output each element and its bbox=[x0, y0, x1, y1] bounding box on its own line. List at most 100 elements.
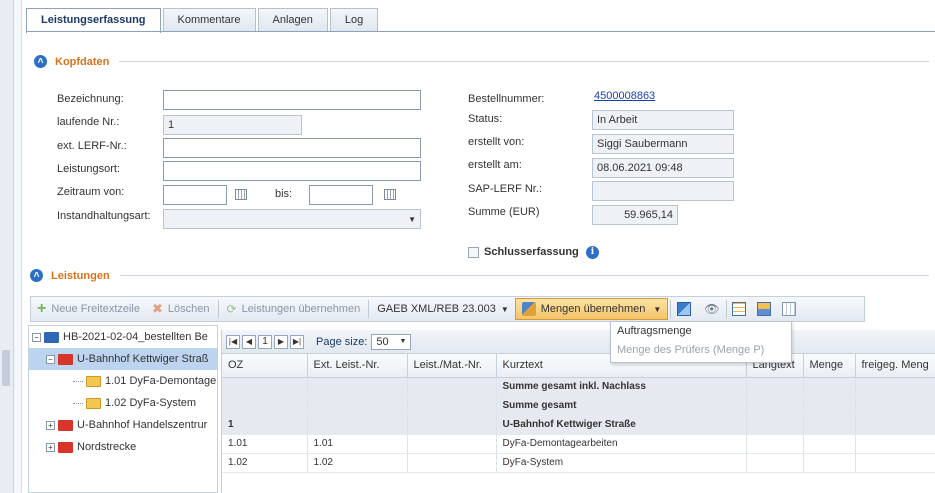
sap-lerf-label: SAP-LERF Nr.: bbox=[468, 183, 542, 195]
leistungen-uebernehmen-label: Leistungen übernehmen bbox=[241, 303, 361, 315]
mengen-uebernehmen-menu: Auftragsmenge Menge des Prüfers (Menge P… bbox=[610, 321, 792, 363]
chevron-down-icon: ▼ bbox=[408, 215, 416, 224]
tree-node-nordstrecke[interactable]: + Nordstrecke bbox=[29, 436, 217, 458]
bestellnummer-link[interactable]: 4500008863 bbox=[594, 90, 655, 102]
bis-field[interactable] bbox=[309, 185, 373, 205]
cell-ext bbox=[307, 377, 408, 397]
instandhaltungsart-select[interactable]: ▼ bbox=[163, 209, 421, 229]
collapse-up-icon[interactable]: ˄ bbox=[30, 269, 43, 282]
leistungen-header[interactable]: ˄ Leistungen bbox=[30, 269, 929, 282]
new-freetext-button[interactable]: + Neue Freitextzeile bbox=[31, 297, 146, 321]
zeitraum-von-label: Zeitraum von: bbox=[57, 186, 125, 198]
cell-kurztext: DyFa-Demontagearbeiten bbox=[496, 434, 747, 454]
collapse-icon[interactable]: − bbox=[46, 354, 55, 364]
info-icon[interactable]: i bbox=[586, 246, 599, 259]
page-size-select[interactable]: 50 ▼ bbox=[371, 333, 412, 350]
menu-item-auftragsmenge[interactable]: Auftragsmenge bbox=[611, 322, 791, 341]
grid-button-3[interactable] bbox=[779, 297, 804, 321]
tree-node-demontage[interactable]: 1.01 DyFa-Demontage bbox=[29, 370, 217, 392]
cell-menge bbox=[803, 453, 856, 473]
menu-item-menge-pruefer[interactable]: Menge des Prüfers (Menge P) bbox=[611, 341, 791, 360]
erstellt-am-label: erstellt am: bbox=[468, 159, 522, 171]
cell-menge bbox=[803, 415, 856, 435]
folder-icon bbox=[86, 375, 101, 387]
tree-node-kettwiger[interactable]: − U-Bahnhof Kettwiger Straß bbox=[29, 348, 217, 370]
bezeichnung-field[interactable] bbox=[163, 90, 421, 110]
cell-langtext bbox=[746, 396, 804, 416]
cell-freigeg bbox=[855, 396, 935, 416]
leistungen-tree: − HB-2021-02-04_bestellten Be − U-Bahnho… bbox=[28, 325, 218, 493]
erstellt-von-label: erstellt von: bbox=[468, 136, 525, 148]
tab-kommentare[interactable]: Kommentare bbox=[162, 8, 256, 32]
tree-node-label: 1.02 DyFa-System bbox=[105, 397, 197, 409]
toolbar-separator bbox=[368, 300, 370, 318]
table-row[interactable]: 1 U-Bahnhof Kettwiger Straße bbox=[222, 415, 935, 435]
table-row[interactable]: 1.01 1.01 DyFa-Demontagearbeiten bbox=[222, 434, 935, 454]
bis-label: bis: bbox=[275, 188, 293, 200]
prev-page-button[interactable]: ◀ bbox=[242, 334, 256, 349]
cell-oz bbox=[222, 377, 308, 397]
bezeichnung-label: Bezeichnung: bbox=[57, 93, 124, 105]
kopfdaten-title: Kopfdaten bbox=[55, 55, 110, 68]
folder-icon bbox=[86, 397, 101, 409]
tab-leistungserfassung[interactable]: Leistungserfassung bbox=[26, 8, 161, 33]
delete-icon: ✖ bbox=[152, 301, 163, 316]
tree-node-root[interactable]: − HB-2021-02-04_bestellten Be bbox=[29, 326, 217, 348]
col-menge[interactable]: Menge bbox=[803, 354, 856, 378]
table-edit-icon bbox=[756, 302, 771, 316]
first-page-button[interactable]: |◀ bbox=[226, 334, 240, 349]
cell-menge bbox=[803, 396, 856, 416]
tree-node-system[interactable]: 1.02 DyFa-System bbox=[29, 392, 217, 414]
tab-anlagen[interactable]: Anlagen bbox=[257, 8, 328, 32]
next-page-button[interactable]: ▶ bbox=[274, 334, 288, 349]
page-size-value: 50 bbox=[376, 335, 389, 348]
col-freigeg-menge[interactable]: freigeg. Meng bbox=[855, 354, 935, 378]
table-row[interactable]: 1.02 1.02 DyFa-System bbox=[222, 453, 935, 473]
collapse-icon[interactable]: − bbox=[32, 332, 41, 342]
delete-button[interactable]: ✖ Löschen bbox=[146, 297, 216, 321]
leistungen-uebernehmen-button[interactable]: ⟳ Leistungen übernehmen bbox=[221, 297, 367, 321]
calendar-icon[interactable] bbox=[384, 189, 396, 200]
tree-node-handelszentrum[interactable]: + U-Bahnhof Handelszentrur bbox=[29, 414, 217, 436]
table-row[interactable]: Summe gesamt bbox=[222, 396, 935, 416]
gaeb-dropdown[interactable]: GAEB XML/REB 23.003 ▼ bbox=[371, 297, 515, 321]
expand-icon[interactable]: + bbox=[46, 420, 55, 430]
toolbar-separator bbox=[670, 300, 672, 318]
cell-ext bbox=[307, 415, 408, 435]
calendar-icon[interactable] bbox=[235, 189, 247, 200]
table-row[interactable]: Summe gesamt inkl. Nachlass bbox=[222, 377, 935, 397]
new-freetext-label: Neue Freitextzeile bbox=[51, 303, 140, 315]
grid-button-2[interactable] bbox=[754, 297, 779, 321]
collapse-up-icon[interactable]: ˄ bbox=[34, 55, 47, 68]
leistungen-grid: |◀ ◀ 1 ▶ ▶| Page size: 50 ▼ OZ Ext. Leis… bbox=[221, 330, 935, 493]
tab-bar: Leistungserfassung Kommentare Anlagen Lo… bbox=[26, 8, 380, 33]
col-ext-leist-nr[interactable]: Ext. Leist.-Nr. bbox=[307, 354, 408, 378]
schlusserfassung-checkbox[interactable] bbox=[468, 247, 479, 258]
folder-red-icon bbox=[58, 441, 73, 453]
last-page-button[interactable]: ▶| bbox=[290, 334, 304, 349]
collapse-handle[interactable] bbox=[2, 350, 10, 386]
instandhaltungsart-label: Instandhaltungsart: bbox=[57, 210, 151, 222]
col-leist-mat-nr[interactable]: Leist./Mat.-Nr. bbox=[407, 354, 497, 378]
col-oz[interactable]: OZ bbox=[222, 354, 308, 378]
folder-red-icon bbox=[58, 353, 73, 365]
page-number[interactable]: 1 bbox=[258, 334, 272, 349]
bestellnummer-label: Bestellnummer: bbox=[468, 93, 545, 105]
left-panel-border bbox=[14, 0, 22, 493]
grid-button-1[interactable] bbox=[729, 297, 754, 321]
kopfdaten-header[interactable]: ˄ Kopfdaten bbox=[34, 55, 929, 68]
expand-icon[interactable]: + bbox=[46, 442, 55, 452]
grid-pager: |◀ ◀ 1 ▶ ▶| Page size: 50 ▼ bbox=[222, 330, 935, 354]
ext-lerf-field[interactable] bbox=[163, 138, 421, 158]
cell-mat bbox=[407, 377, 497, 397]
cell-langtext bbox=[746, 377, 804, 397]
tree-node-label: HB-2021-02-04_bestellten Be bbox=[63, 331, 208, 343]
tree-node-label: U-Bahnhof Handelszentrur bbox=[77, 419, 208, 431]
leistungsort-field[interactable] bbox=[163, 161, 421, 181]
zeitraum-von-field[interactable] bbox=[163, 185, 227, 205]
mengen-uebernehmen-dropdown[interactable]: Mengen übernehmen ▼ bbox=[514, 298, 669, 320]
view-button[interactable]: 👁 bbox=[700, 297, 723, 321]
export-button[interactable] bbox=[673, 297, 700, 321]
tab-log[interactable]: Log bbox=[329, 8, 379, 32]
toolbar-separator bbox=[725, 300, 727, 318]
